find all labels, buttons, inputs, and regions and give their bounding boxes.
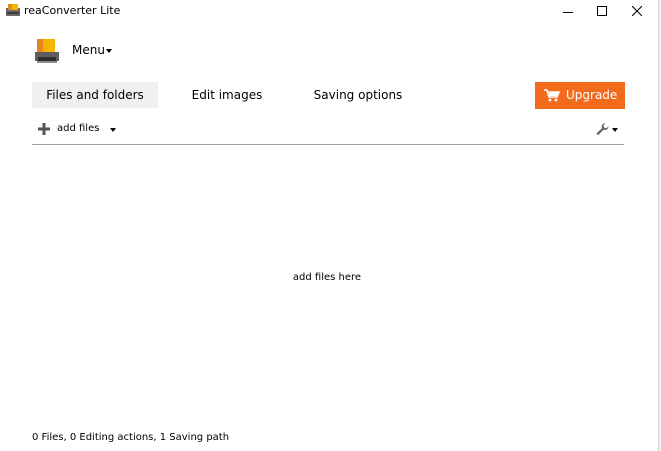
file-drop-area[interactable]: add files here bbox=[32, 146, 624, 416]
tools-chevron-down-icon[interactable] bbox=[612, 128, 618, 132]
maximize-icon bbox=[597, 6, 607, 16]
upgrade-label: Upgrade bbox=[566, 88, 618, 102]
menu-chevron-down-icon[interactable] bbox=[106, 49, 112, 53]
add-files-label: add files bbox=[57, 123, 100, 134]
close-button[interactable] bbox=[620, 0, 654, 22]
app-window: reaConverter Lite Menu Files and folders bbox=[0, 0, 661, 451]
plus-icon bbox=[38, 123, 50, 135]
status-bar-text: 0 Files, 0 Editing actions, 1 Saving pat… bbox=[32, 432, 230, 443]
upgrade-button[interactable]: Upgrade bbox=[535, 82, 625, 109]
maximize-button[interactable] bbox=[585, 0, 619, 22]
tab-files-and-folders[interactable]: Files and folders bbox=[32, 82, 158, 108]
close-icon bbox=[632, 6, 642, 16]
app-logo-icon[interactable] bbox=[35, 37, 59, 65]
wrench-icon bbox=[596, 123, 609, 135]
minimize-button[interactable] bbox=[551, 0, 585, 22]
tools-menu-button[interactable] bbox=[596, 121, 620, 137]
tab-edit-images[interactable]: Edit images bbox=[164, 82, 290, 108]
window-title: reaConverter Lite bbox=[24, 4, 121, 17]
title-bar[interactable]: reaConverter Lite bbox=[0, 0, 658, 22]
drop-hint: add files here bbox=[292, 272, 362, 283]
cart-icon bbox=[544, 89, 560, 102]
chevron-down-icon[interactable] bbox=[110, 128, 116, 132]
minimize-icon bbox=[563, 12, 573, 13]
toolbar-divider bbox=[32, 144, 624, 145]
menu-button[interactable]: Menu bbox=[72, 43, 105, 58]
app-icon bbox=[6, 4, 20, 16]
tab-saving-options[interactable]: Saving options bbox=[295, 82, 421, 108]
